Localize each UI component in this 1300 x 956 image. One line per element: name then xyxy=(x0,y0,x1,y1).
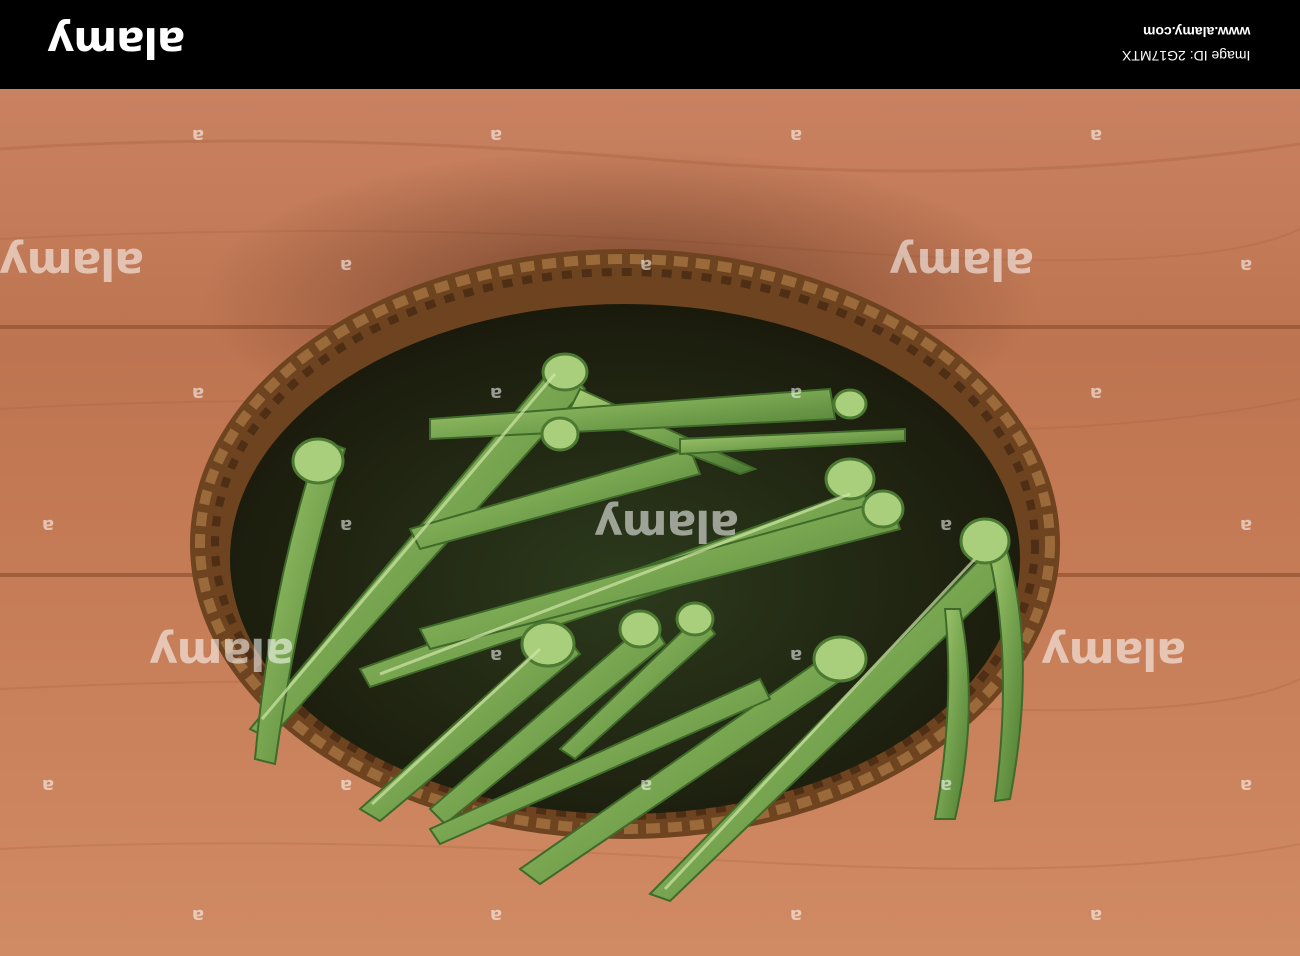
okra-cap xyxy=(832,388,868,420)
watermark-mark: a xyxy=(790,905,803,926)
watermark-mark: a xyxy=(790,645,803,666)
watermark-mark: a xyxy=(192,125,205,146)
watermark-logo: alamy xyxy=(1042,628,1186,679)
watermark-mark: a xyxy=(192,905,205,926)
watermark-mark: a xyxy=(1240,775,1253,796)
okra-cap xyxy=(291,437,345,485)
watermark-logo: alamy xyxy=(150,628,294,679)
watermark-logo: alamy xyxy=(890,238,1034,289)
okra-cap xyxy=(675,601,715,637)
watermark-mark: a xyxy=(640,775,653,796)
watermark-mark: a xyxy=(340,775,353,796)
watermark-mark: a xyxy=(640,255,653,276)
watermark-mark: a xyxy=(1240,515,1253,536)
watermark-mark: a xyxy=(42,775,55,796)
okra-cap xyxy=(540,416,580,452)
watermark-mark: a xyxy=(490,125,503,146)
watermark-mark: a xyxy=(1090,905,1103,926)
watermark-mark: a xyxy=(340,515,353,536)
okra-cap xyxy=(812,635,868,683)
site-url-text: www.alamy.com xyxy=(1142,24,1250,40)
watermark-mark: a xyxy=(790,383,803,404)
watermark-mark: a xyxy=(940,515,953,536)
okra-cap xyxy=(861,489,905,529)
basket-interior xyxy=(230,304,1020,814)
watermark-mark: a xyxy=(1240,255,1253,276)
watermark-mark: a xyxy=(490,383,503,404)
okra-cap xyxy=(959,517,1011,565)
watermark-mark: a xyxy=(1090,383,1103,404)
okra-cap xyxy=(824,457,876,501)
watermark-mark: a xyxy=(340,255,353,276)
watermark-mark: a xyxy=(192,383,205,404)
watermark-header-bar: alamy www.alamy.com Image ID: 2G17MTX xyxy=(0,0,1300,89)
watermark-mark: a xyxy=(490,905,503,926)
okra-cap xyxy=(541,352,589,392)
okra-cap xyxy=(618,609,662,649)
watermark-mark: a xyxy=(790,125,803,146)
image-id-text: Image ID: 2G17MTX xyxy=(1121,48,1250,64)
watermark-mark: a xyxy=(940,775,953,796)
watermark-mark: a xyxy=(1090,125,1103,146)
watermark-logo: alamy xyxy=(595,500,739,551)
watermark-mark: a xyxy=(490,645,503,666)
watermark-logo: alamy xyxy=(0,238,144,289)
alamy-logo: alamy xyxy=(48,18,186,67)
watermark-mark: a xyxy=(42,515,55,536)
